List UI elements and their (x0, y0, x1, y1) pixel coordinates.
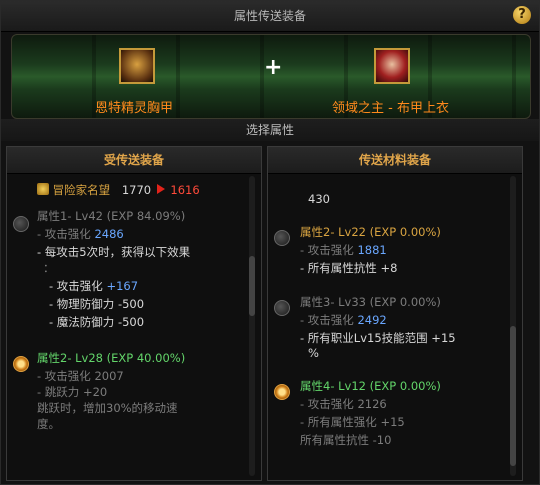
target-equipment-panel: 受传送装备 冒险家名望 1770 1616 属性1- Lv42 (EXP 84.… (6, 146, 262, 481)
attr2-header: 属性2- Lv22 (EXP 0.00%) (300, 225, 441, 239)
window-title: 属性传送装备 (233, 9, 306, 23)
attr3-header: 属性3- Lv33 (EXP 0.00%) (300, 295, 441, 309)
attr2-line: 跳跃时，增加30%的移动速 (37, 401, 178, 415)
help-icon[interactable]: ? (513, 6, 531, 24)
fame-row: 冒险家名望 1770 1616 (37, 182, 200, 198)
material-item-name: 领域之主 - 布甲上衣 (332, 101, 449, 116)
attr1-line: ： (43, 261, 55, 275)
scroll-thumb[interactable] (249, 256, 255, 316)
fame-to: 1616 (170, 183, 200, 197)
chest-armor-icon[interactable] (119, 48, 155, 84)
attr3-line: - 所有职业Lv15技能范围 +15 (300, 331, 456, 345)
target-panel-title: 受传送装备 (7, 147, 261, 174)
attr4-line: - 攻击强化 2126 (300, 397, 387, 411)
attr2-radio[interactable] (274, 230, 290, 246)
attr1-line: - 物理防御力 -500 (49, 297, 145, 311)
attr4-line: - 所有属性强化 +15 (300, 415, 405, 429)
attr3-line: % (308, 346, 319, 360)
attr1-header: 属性1- Lv42 (EXP 84.09%) (37, 209, 186, 223)
attr2-line: - 所有属性抗性 +8 (300, 261, 398, 275)
attr3-radio[interactable] (274, 300, 290, 316)
attr3-line: - 攻击强化 2492 (300, 313, 387, 327)
title-bar: 属性传送装备 ? (1, 1, 539, 32)
attr2-header: 属性2- Lv28 (EXP 40.00%) (37, 351, 186, 365)
attr2-radio[interactable] (13, 356, 29, 372)
attr1-line: - 攻击强化 2486 (37, 227, 124, 241)
fame-icon (37, 183, 49, 195)
material-panel-body: 430 属性2- Lv22 (EXP 0.00%) - 攻击强化 1881 - … (268, 174, 522, 481)
select-attribute-heading: 选择属性 (1, 119, 539, 141)
scroll-thumb[interactable] (510, 326, 516, 466)
top-value: 430 (308, 192, 330, 206)
attr4-header: 属性4- Lv12 (EXP 0.00%) (300, 379, 441, 393)
attr1-line: - 每攻击5次时，获得以下效果 (37, 245, 191, 259)
material-equipment-panel: 传送材料装备 430 属性2- Lv22 (EXP 0.00%) - 攻击强化 … (267, 146, 523, 481)
attr2-line: - 跳跃力 +20 (37, 385, 108, 399)
attr4-radio[interactable] (274, 384, 290, 400)
attr2-line: - 攻击强化 2007 (37, 369, 124, 383)
fame-label: 冒险家名望 (52, 183, 111, 197)
attr2-line: - 攻击强化 1881 (300, 243, 387, 257)
attr1-line: - 攻击强化 +167 (49, 279, 139, 293)
material-panel-title: 传送材料装备 (268, 147, 522, 174)
attr4-line: 所有属性抗性 -10 (300, 433, 392, 447)
attr1-line: - 魔法防御力 -500 (49, 315, 145, 329)
transfer-banner: + 恩特精灵胸甲 领域之主 - 布甲上衣 (11, 34, 531, 119)
material-scrollbar[interactable] (510, 176, 516, 476)
cloth-top-icon[interactable] (374, 48, 410, 84)
target-item-name: 恩特精灵胸甲 (95, 101, 174, 116)
arrow-right-icon (156, 184, 165, 194)
attr2-line: 度。 (37, 417, 60, 431)
target-scrollbar[interactable] (249, 176, 255, 476)
fame-from: 1770 (121, 183, 152, 197)
plus-icon: + (264, 55, 283, 80)
attribute-transfer-window: 属性传送装备 ? + 恩特精灵胸甲 领域之主 - 布甲上衣 选择属性 受传送装备… (0, 0, 540, 485)
target-panel-body: 冒险家名望 1770 1616 属性1- Lv42 (EXP 84.09%) -… (7, 174, 261, 481)
attr1-radio[interactable] (13, 216, 29, 232)
